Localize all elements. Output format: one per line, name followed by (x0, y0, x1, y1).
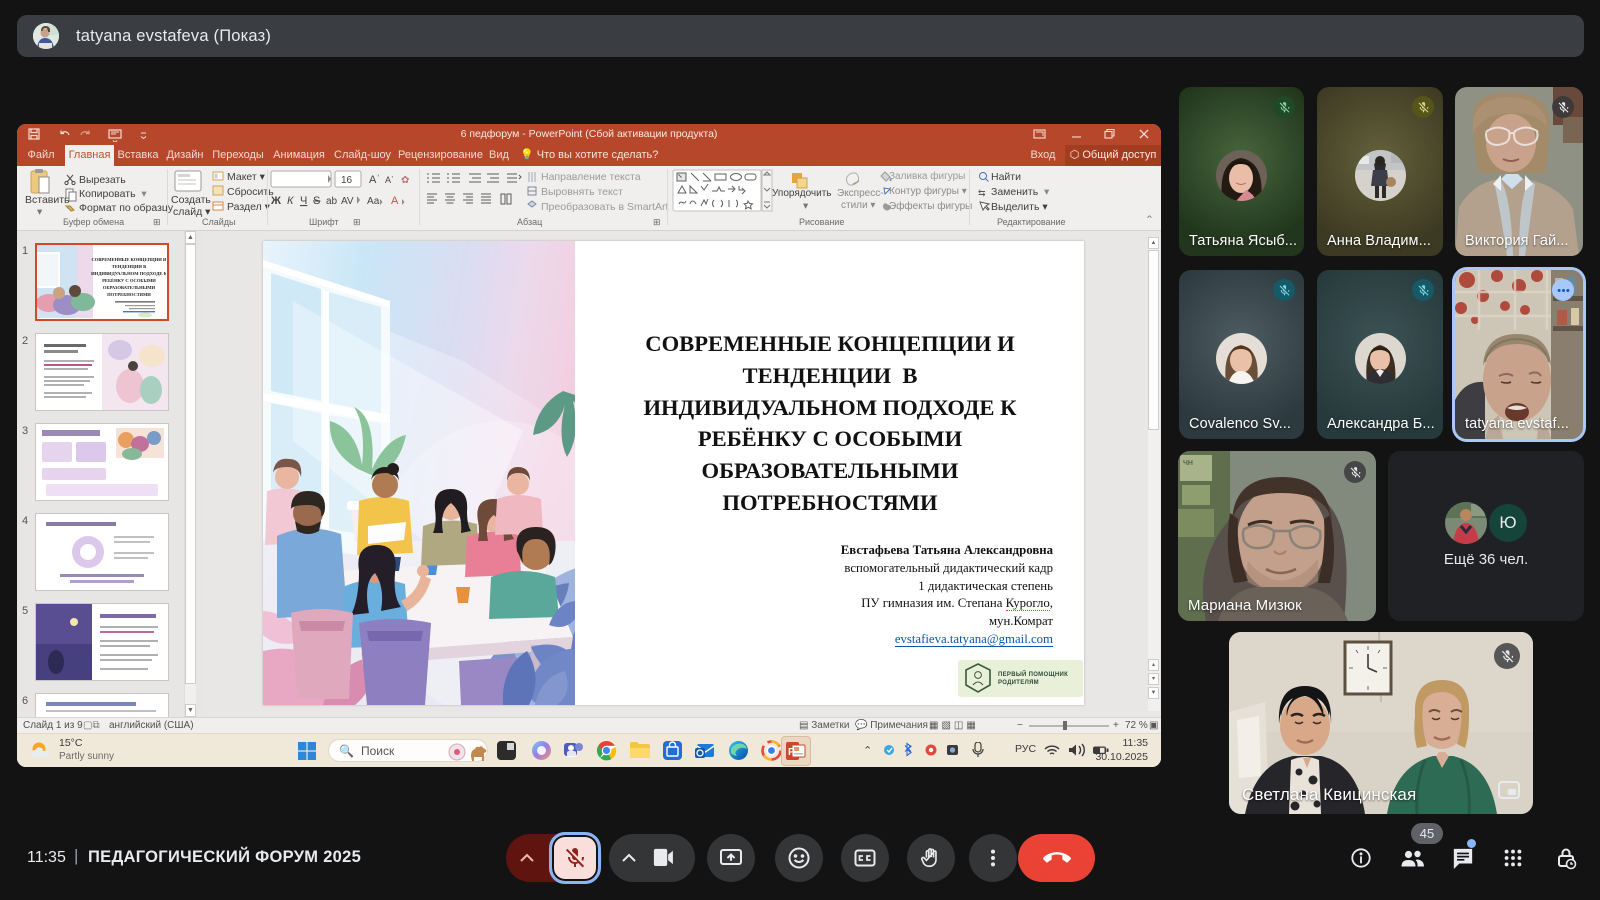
svg-text:⇆: ⇆ (978, 188, 986, 198)
svg-text:S: S (313, 195, 320, 207)
svg-text:СОВРЕМЕННЫЕ КОНЦЕПЦИИ И: СОВРЕМЕННЫЕ КОНЦЕПЦИИ И (91, 257, 166, 262)
svg-text:AV: AV (341, 196, 354, 207)
svg-text:РОДИТЕЛЯМ: РОДИТЕЛЯМ (998, 680, 1039, 686)
svg-text:Ч: Ч (300, 195, 307, 207)
svg-text:К: К (287, 195, 294, 207)
svg-text:ОБРАЗОВАТЕЛЬНЫМИ: ОБРАЗОВАТЕЛЬНЫМИ (103, 285, 156, 290)
svg-text:16: 16 (341, 175, 353, 186)
svg-text:ЧН: ЧН (1183, 460, 1193, 467)
svg-text:ПЕРВЫЙ ПОМОЩНИК: ПЕРВЫЙ ПОМОЩНИК (998, 670, 1068, 678)
svg-text:ИНДИВИДУАЛЬНОМ ПОДХОДЕ К: ИНДИВИДУАЛЬНОМ ПОДХОДЕ К (91, 271, 166, 276)
svg-text:Аа: Аа (367, 196, 380, 207)
svg-text:ТЕНДЕНЦИИ В: ТЕНДЕНЦИИ В (112, 264, 146, 269)
svg-text:Аˋ: Аˋ (385, 175, 394, 185)
svg-text:P: P (788, 747, 795, 758)
svg-text:А: А (391, 195, 399, 207)
svg-text:Аˈ: Аˈ (369, 174, 380, 186)
svg-text:РЕБЁНКУ С ОСОБЫМИ: РЕБЁНКУ С ОСОБЫМИ (102, 278, 156, 283)
svg-text:✿: ✿ (401, 175, 409, 186)
svg-text:ab: ab (326, 196, 338, 207)
svg-text:ПОТРЕБНОСТЯМИ: ПОТРЕБНОСТЯМИ (107, 292, 151, 297)
